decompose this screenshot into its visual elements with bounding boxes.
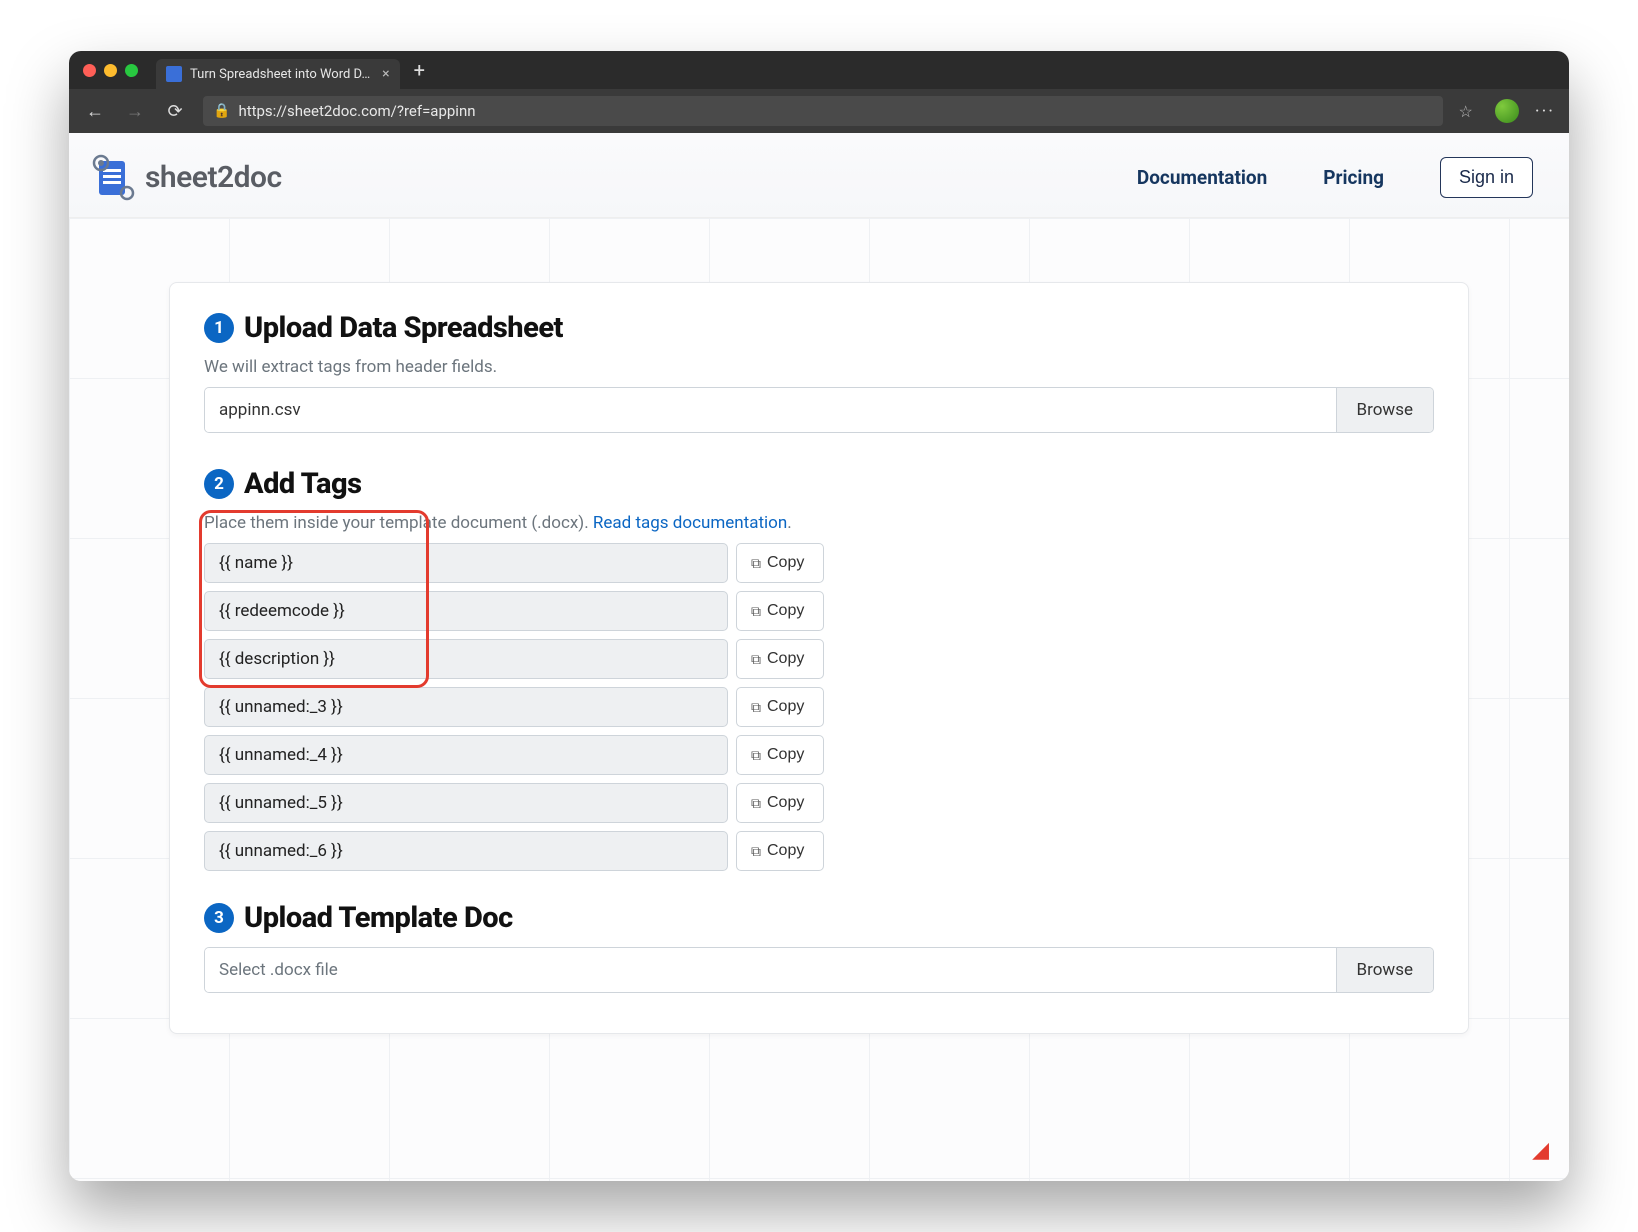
tag-row: {{ unnamed:_4 }} ⧉ Copy bbox=[204, 735, 824, 775]
copy-label: Copy bbox=[767, 794, 804, 812]
template-placeholder: Select .docx file bbox=[205, 948, 1336, 992]
step1-title: Upload Data Spreadsheet bbox=[244, 311, 563, 345]
reload-button[interactable]: ⟳ bbox=[163, 101, 187, 122]
step1-heading: 1 Upload Data Spreadsheet bbox=[204, 311, 1434, 345]
copy-icon: ⧉ bbox=[751, 699, 761, 716]
corner-marker-icon: ◢ bbox=[1532, 1138, 1549, 1163]
copy-button[interactable]: ⧉ Copy bbox=[736, 591, 824, 631]
logo[interactable]: sheet2doc bbox=[87, 151, 282, 203]
bookmark-icon[interactable]: ☆ bbox=[1459, 102, 1473, 121]
nav-pricing[interactable]: Pricing bbox=[1323, 166, 1384, 189]
lock-icon: 🔒 bbox=[213, 103, 230, 119]
site-header: sheet2doc Documentation Pricing Sign in bbox=[69, 133, 1569, 218]
spreadsheet-filename: appinn.csv bbox=[205, 388, 1336, 432]
copy-button[interactable]: ⧉ Copy bbox=[736, 543, 824, 583]
copy-icon: ⧉ bbox=[751, 795, 761, 812]
logo-icon bbox=[87, 151, 139, 203]
copy-label: Copy bbox=[767, 698, 804, 716]
tags-list: {{ name }}⧉Copy{{ redeemcode }}⧉Copy{{ d… bbox=[204, 543, 1434, 871]
step2-badge: 2 bbox=[204, 469, 234, 499]
step2-sub-suffix: . bbox=[787, 513, 791, 533]
copy-icon: ⧉ bbox=[751, 747, 761, 764]
copy-label: Copy bbox=[767, 554, 804, 572]
tag-row: {{ unnamed:_5 }} ⧉ Copy bbox=[204, 783, 824, 823]
more-menu-icon[interactable]: ··· bbox=[1535, 101, 1555, 122]
spreadsheet-file-input[interactable]: appinn.csv Browse bbox=[204, 387, 1434, 433]
signin-button[interactable]: Sign in bbox=[1440, 157, 1533, 198]
copy-icon: ⧉ bbox=[751, 603, 761, 620]
template-file-input[interactable]: Select .docx file Browse bbox=[204, 947, 1434, 993]
step2-heading: 2 Add Tags bbox=[204, 467, 1434, 501]
step1-subtext: We will extract tags from header fields. bbox=[204, 357, 1434, 377]
tag-row: {{ unnamed:_3 }} ⧉ Copy bbox=[204, 687, 824, 727]
brand-text: sheet2doc bbox=[145, 160, 282, 195]
new-tab-button[interactable]: + bbox=[414, 58, 425, 82]
tag-text[interactable]: {{ description }} bbox=[204, 639, 728, 679]
copy-icon: ⧉ bbox=[751, 651, 761, 668]
browse-template-button[interactable]: Browse bbox=[1336, 948, 1433, 992]
step2-sub-prefix: Place them inside your template document… bbox=[204, 513, 593, 533]
step3-title: Upload Template Doc bbox=[244, 901, 513, 935]
back-button[interactable]: ← bbox=[83, 101, 107, 122]
main-card: 1 Upload Data Spreadsheet We will extrac… bbox=[169, 282, 1469, 1034]
extension-icon[interactable] bbox=[1495, 99, 1519, 123]
toolbar: ← → ⟳ 🔒 https://sheet2doc.com/?ref=appin… bbox=[69, 89, 1569, 133]
copy-icon: ⧉ bbox=[751, 843, 761, 860]
copy-label: Copy bbox=[767, 602, 804, 620]
step3-heading: 3 Upload Template Doc bbox=[204, 901, 1434, 935]
maximize-window-icon[interactable] bbox=[125, 64, 138, 77]
copy-button[interactable]: ⧉ Copy bbox=[736, 687, 824, 727]
tags-doc-link[interactable]: Read tags documentation bbox=[593, 513, 787, 533]
step3-badge: 3 bbox=[204, 903, 234, 933]
tag-row: {{ description }} ⧉ Copy bbox=[204, 639, 824, 679]
address-bar[interactable]: 🔒 https://sheet2doc.com/?ref=appinn bbox=[203, 96, 1443, 126]
minimize-window-icon[interactable] bbox=[104, 64, 117, 77]
copy-icon: ⧉ bbox=[751, 555, 761, 572]
tag-text[interactable]: {{ unnamed:_3 }} bbox=[204, 687, 728, 727]
titlebar: Turn Spreadsheet into Word D… × + bbox=[69, 51, 1569, 89]
tag-text[interactable]: {{ unnamed:_4 }} bbox=[204, 735, 728, 775]
copy-button[interactable]: ⧉ Copy bbox=[736, 831, 824, 871]
close-window-icon[interactable] bbox=[83, 64, 96, 77]
tag-text[interactable]: {{ redeemcode }} bbox=[204, 591, 728, 631]
url-text: https://sheet2doc.com/?ref=appinn bbox=[238, 102, 475, 120]
copy-button[interactable]: ⧉ Copy bbox=[736, 735, 824, 775]
copy-label: Copy bbox=[767, 746, 804, 764]
step2-subtext: Place them inside your template document… bbox=[204, 513, 1434, 533]
window-controls bbox=[83, 64, 138, 77]
step1-badge: 1 bbox=[204, 313, 234, 343]
copy-button[interactable]: ⧉ Copy bbox=[736, 639, 824, 679]
tag-text[interactable]: {{ unnamed:_6 }} bbox=[204, 831, 728, 871]
close-tab-icon[interactable]: × bbox=[382, 66, 389, 82]
tag-row: {{ redeemcode }} ⧉ Copy bbox=[204, 591, 824, 631]
tag-text[interactable]: {{ unnamed:_5 }} bbox=[204, 783, 728, 823]
forward-button[interactable]: → bbox=[123, 101, 147, 122]
page-content: sheet2doc Documentation Pricing Sign in … bbox=[69, 133, 1569, 1181]
browse-spreadsheet-button[interactable]: Browse bbox=[1336, 388, 1433, 432]
tag-row: {{ unnamed:_6 }} ⧉ Copy bbox=[204, 831, 824, 871]
step2-title: Add Tags bbox=[244, 467, 362, 501]
tab-title: Turn Spreadsheet into Word D… bbox=[190, 67, 370, 82]
copy-label: Copy bbox=[767, 650, 804, 668]
tag-text[interactable]: {{ name }} bbox=[204, 543, 728, 583]
copy-label: Copy bbox=[767, 842, 804, 860]
copy-button[interactable]: ⧉ Copy bbox=[736, 783, 824, 823]
browser-tab[interactable]: Turn Spreadsheet into Word D… × bbox=[156, 59, 400, 89]
favicon-icon bbox=[166, 66, 182, 82]
nav-documentation[interactable]: Documentation bbox=[1137, 166, 1267, 189]
grid-background: 1 Upload Data Spreadsheet We will extrac… bbox=[69, 218, 1569, 1181]
tag-row: {{ name }} ⧉ Copy bbox=[204, 543, 824, 583]
browser-window: Turn Spreadsheet into Word D… × + ← → ⟳ … bbox=[69, 51, 1569, 1181]
